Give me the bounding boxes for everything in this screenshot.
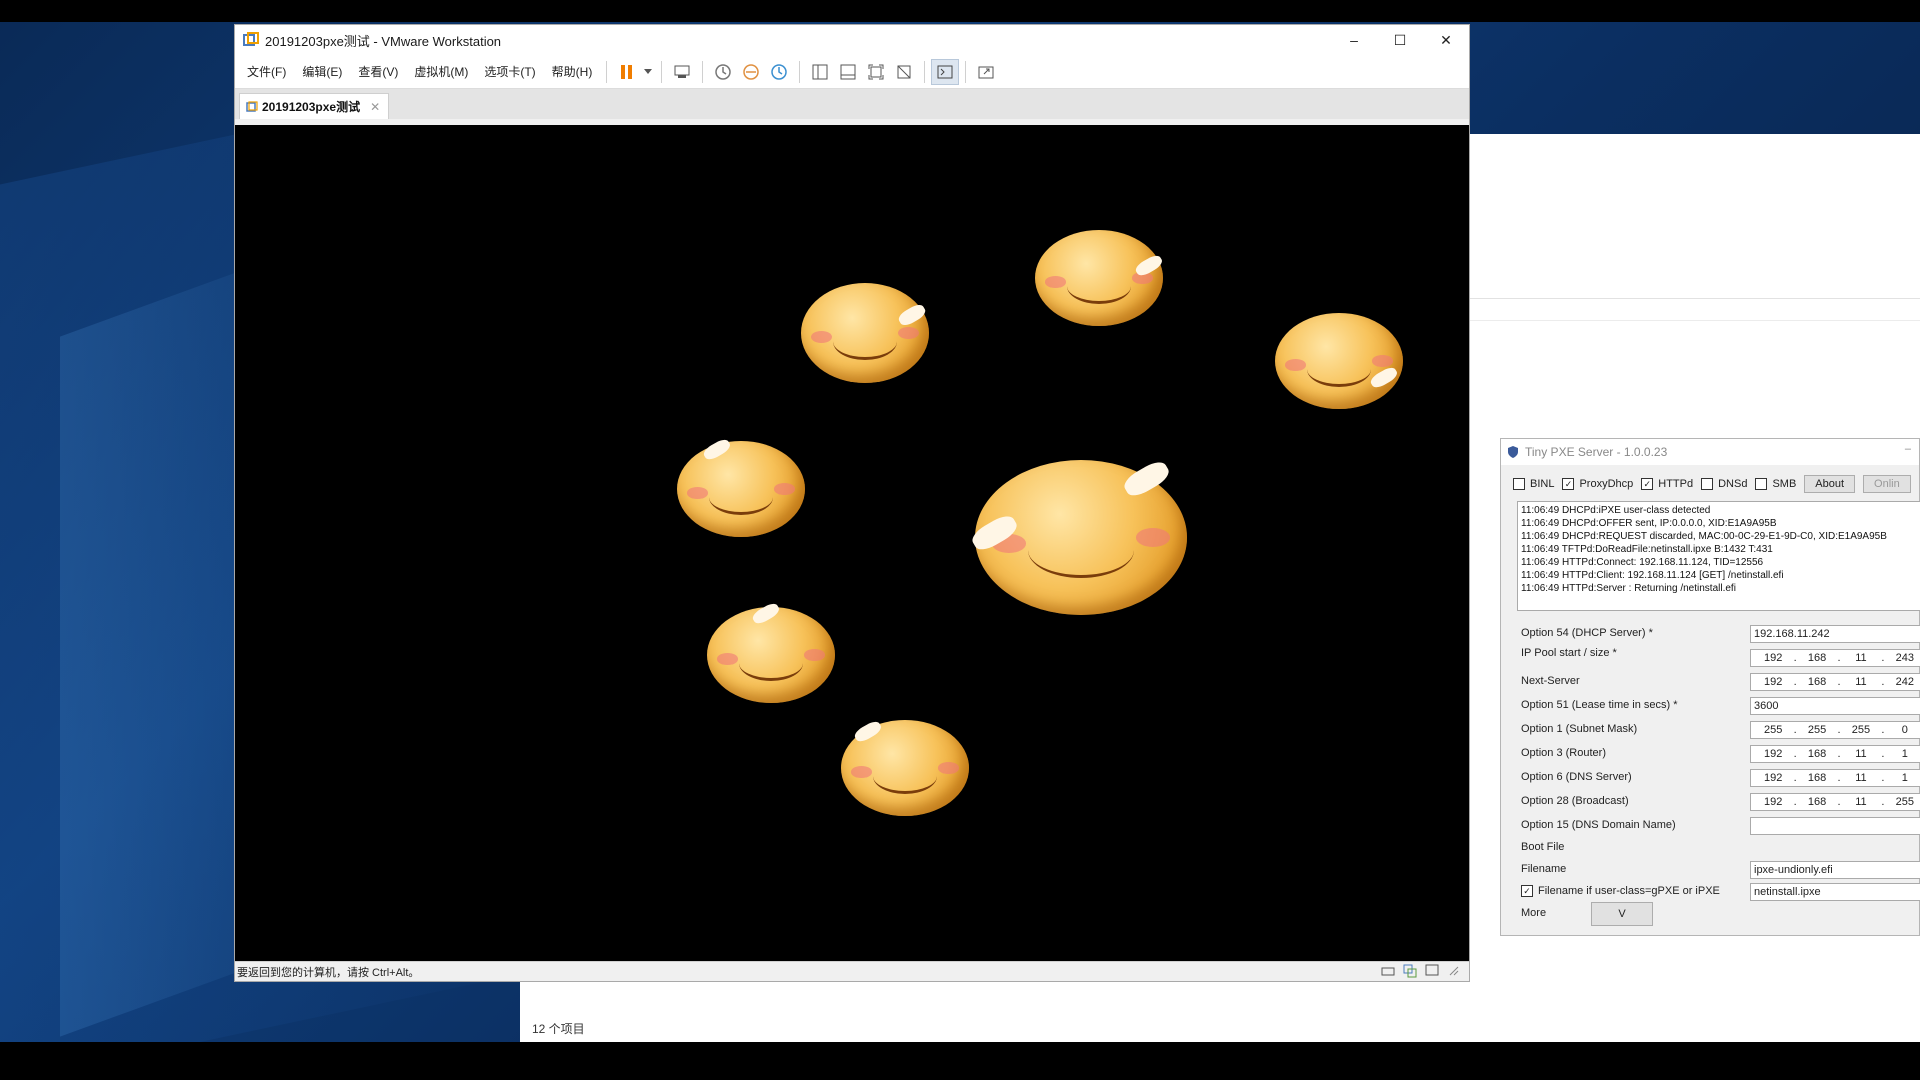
menu-edit[interactable]: 编辑(E) (294, 63, 350, 80)
option3-row: Option 3 (Router) 192. 168. 11. 1 (1521, 745, 1920, 765)
boot-file-group-label: Boot File (1521, 841, 1565, 853)
filename-row: Filename ipxe-undionly.efi (1521, 861, 1920, 881)
checkbox-box[interactable] (1755, 478, 1768, 490)
resize-grip-icon[interactable] (1447, 964, 1459, 976)
menu-file[interactable]: 文件(F) (239, 63, 294, 80)
revert-snapshot-icon[interactable] (737, 59, 765, 85)
filename-input[interactable]: ipxe-undionly.efi (1750, 861, 1920, 879)
snapshot-icon[interactable] (709, 59, 737, 85)
about-button[interactable]: About (1804, 475, 1856, 493)
binl-checkbox[interactable]: BINL (1513, 478, 1554, 490)
checkbox-box[interactable]: ✓ (1641, 478, 1654, 490)
usb-device-icon[interactable] (1403, 964, 1417, 978)
network-device-icon[interactable] (1381, 964, 1395, 978)
option28-row: Option 28 (Broadcast) 192. 168. 11. 255 (1521, 793, 1920, 813)
send-ctrl-alt-del-icon[interactable] (668, 59, 696, 85)
checkbox-box[interactable] (1701, 478, 1714, 490)
option15-row: Option 15 (DNS Domain Name) (1521, 817, 1920, 837)
log-output[interactable]: 11:06:49 DHCPd:iPXE user-class detected … (1517, 501, 1920, 611)
ip-pool-input[interactable]: 192. 168. 11. 243 (1750, 649, 1920, 667)
status-message: 要返回到您的计算机，请按 Ctrl+Alt。 (237, 966, 420, 979)
explorer-item-count: 12 个项目 (532, 1022, 585, 1036)
httpd-checkbox[interactable]: ✓ HTTPd (1641, 478, 1693, 490)
menu-vm[interactable]: 虚拟机(M) (406, 63, 476, 80)
vm-tab-bar: 20191203pxe测试 ✕ (235, 89, 1469, 119)
vm-console-screen[interactable] (235, 125, 1469, 961)
emoji-face (707, 600, 835, 703)
filename-ipxe-checkbox[interactable]: ✓ Filename if user-class=gPXE or iPXE (1521, 885, 1720, 897)
dnsd-checkbox[interactable]: DNSd (1701, 478, 1747, 490)
pxe-titlebar[interactable]: Tiny PXE Server - 1.0.0.23 – (1501, 439, 1919, 465)
vm-tab-icon (246, 100, 258, 112)
emoji-face (1035, 230, 1165, 326)
option1-row: Option 1 (Subnet Mask) 255. 255. 255. 0 (1521, 721, 1920, 741)
tab-vm[interactable]: 20191203pxe测试 ✕ (239, 93, 389, 119)
option51-input[interactable]: 3600 (1750, 697, 1920, 715)
tiny-pxe-window: Tiny PXE Server - 1.0.0.23 – BINL ✓ Proxy… (1500, 438, 1920, 936)
menu-view[interactable]: 查看(V) (350, 63, 406, 80)
online-button[interactable]: Onlin (1863, 475, 1911, 493)
power-dropdown-icon[interactable] (641, 59, 655, 85)
router-input[interactable]: 192. 168. 11. 1 (1750, 745, 1920, 763)
checkbox-box[interactable] (1513, 478, 1525, 490)
fullscreen-icon[interactable] (862, 59, 890, 85)
maximize-button[interactable]: ☐ (1377, 25, 1423, 55)
menu-help[interactable]: 帮助(H) (544, 63, 601, 80)
tab-close-icon[interactable]: ✕ (370, 100, 380, 114)
more-label: More (1521, 907, 1547, 919)
broadcast-input[interactable]: 192. 168. 11. 255 (1750, 793, 1920, 811)
proxydhcp-checkbox[interactable]: ✓ ProxyDhcp (1562, 478, 1633, 490)
library-view-icon[interactable] (806, 59, 834, 85)
pxe-service-options: BINL ✓ ProxyDhcp ✓ HTTPd DNSd SMB About On… (1513, 475, 1911, 493)
ip-pool-row: IP Pool start / size * 192. 168. 11. 243 (1521, 647, 1920, 669)
menu-tabs[interactable]: 选项卡(T) (476, 63, 543, 80)
pxe-title: Tiny PXE Server - 1.0.0.23 (1525, 445, 1668, 459)
subnet-mask-input[interactable]: 255. 255. 255. 0 (1750, 721, 1920, 739)
emoji-face (1275, 313, 1403, 409)
window-title: 20191203pxe测试 - VMware Workstation (265, 33, 502, 49)
vmware-titlebar[interactable]: 20191203pxe测试 - VMware Workstation – ☐ ✕ (235, 25, 1469, 55)
thumbnail-bar-icon[interactable] (834, 59, 862, 85)
stretch-guest-icon[interactable] (972, 59, 1000, 85)
display-device-icon[interactable] (1425, 964, 1439, 978)
snapshot-manager-icon[interactable] (765, 59, 793, 85)
more-toggle-button[interactable]: V (1591, 902, 1653, 926)
dns-server-input[interactable]: 192. 168. 11. 1 (1750, 769, 1920, 787)
status-bar: 要返回到您的计算机，请按 Ctrl+Alt。 (235, 961, 1469, 981)
next-server-input[interactable]: 192. 168. 11. 242 (1750, 673, 1920, 691)
checkbox-box[interactable]: ✓ (1562, 478, 1575, 490)
option51-row: Option 51 (Lease time in secs) * 3600 (1521, 697, 1920, 717)
tab-label: 20191203pxe测试 (262, 100, 361, 114)
next-server-row: Next-Server 192. 168. 11. 242 (1521, 673, 1920, 693)
minimize-button[interactable]: – (1331, 25, 1377, 55)
vmware-app-icon (243, 32, 259, 46)
bottom-black-strip (0, 1042, 1920, 1080)
emoji-face (841, 718, 969, 816)
vmware-window: 20191203pxe测试 - VMware Workstation – ☐ ✕… (234, 24, 1470, 982)
checkbox-box[interactable]: ✓ (1521, 885, 1533, 897)
option6-row: Option 6 (DNS Server) 192. 168. 11. 1 (1521, 769, 1920, 789)
filename-ipxe-row: ✓ Filename if user-class=gPXE or iPXE net… (1521, 883, 1920, 903)
emoji-face (801, 283, 929, 383)
close-button[interactable]: ✕ (1423, 25, 1469, 55)
dns-domain-input[interactable] (1750, 817, 1920, 835)
menu-bar: 文件(F) 编辑(E) 查看(V) 虚拟机(M) 选项卡(T) 帮助(H) (235, 55, 1469, 89)
pause-icon[interactable] (613, 59, 641, 85)
minimize-button[interactable]: – (1905, 443, 1911, 455)
emoji-face (968, 457, 1187, 615)
pxe-shield-icon (1508, 446, 1518, 458)
emoji-face (677, 436, 805, 537)
option54-input[interactable]: 192.168.11.242 (1750, 625, 1920, 643)
smb-checkbox[interactable]: SMB (1755, 478, 1796, 490)
console-view-icon[interactable] (931, 58, 960, 85)
filename-ipxe-input[interactable]: netinstall.ipxe (1750, 883, 1920, 901)
option54-row: Option 54 (DHCP Server) * 192.168.11.242 (1521, 625, 1920, 645)
unity-icon[interactable] (890, 59, 918, 85)
